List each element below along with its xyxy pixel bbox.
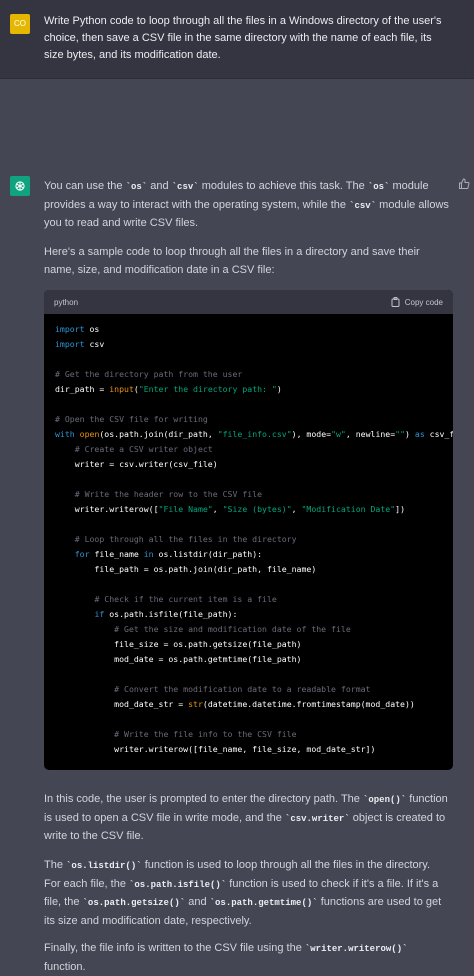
- code-line: mod_date = os.path.getmtime(file_path): [55, 654, 302, 664]
- inline-code: `csv`: [349, 200, 377, 211]
- inline-code: `os.path.getmtime()`: [209, 898, 318, 908]
- user-avatar: CO: [10, 14, 30, 34]
- text: You can use the: [44, 180, 126, 192]
- inline-code: `csv`: [171, 182, 199, 192]
- text: and: [147, 180, 172, 192]
- code-content: import os import csv # Get the directory …: [44, 314, 453, 757]
- code-line: mod_date_str = str(datetime.datetime.fro…: [55, 699, 415, 709]
- text: Finally, the file info is written to the…: [44, 942, 305, 954]
- code-line: # Create a CSV writer object: [74, 444, 213, 454]
- thumbs-up-icon[interactable]: [458, 177, 470, 189]
- code-line: # Get the directory path from the user: [55, 369, 243, 379]
- code-line: writer.writerow([file_name, file_size, m…: [55, 744, 376, 754]
- code-line: file_size = os.path.getsize(file_path): [55, 639, 302, 649]
- inline-code: `open()`: [362, 795, 407, 805]
- inline-code: `os`: [125, 182, 148, 192]
- inline-code: `os`: [367, 182, 390, 192]
- text: modules to achieve this task. The: [198, 180, 368, 192]
- code-line: if os.path.isfile(file_path):: [94, 609, 238, 619]
- text: The: [44, 859, 67, 871]
- inline-code: `os.path.getsize()`: [82, 898, 186, 908]
- user-message-text: Write Python code to loop through all th…: [44, 15, 442, 61]
- explanation-paragraph-3: Finally, the file info is written to the…: [44, 940, 449, 976]
- inline-code: `writer.writerow()`: [304, 944, 408, 954]
- sample-intro-paragraph: Here's a sample code to loop through all…: [44, 246, 420, 276]
- text: and: [185, 896, 210, 908]
- copy-code-label: Copy code: [404, 297, 443, 307]
- copy-code-button[interactable]: Copy code: [391, 297, 443, 307]
- inline-code: `os.path.isfile()`: [129, 879, 227, 890]
- intro-paragraph: You can use the `os` and `csv` modules t…: [44, 178, 449, 233]
- explanation-paragraph-2: The `os.listdir()` function is used to l…: [44, 857, 449, 930]
- code-line: # Get the size and modification date of …: [114, 624, 351, 634]
- code-line: # Open the CSV file for writing: [55, 414, 208, 424]
- code-language-label: python: [54, 297, 79, 307]
- explanation-paragraph-1: In this code, the user is prompted to en…: [44, 791, 449, 846]
- text: In this code, the user is prompted to en…: [44, 793, 363, 805]
- code-line: for file_name in os.listdir(dir_path):: [74, 549, 263, 559]
- code-line: with open(os.path.join(dir_path, "file_i…: [55, 429, 453, 439]
- code-line: import os: [55, 324, 100, 334]
- code-block: python Copy code import os import csv # G…: [44, 290, 453, 770]
- code-line: writer = csv.writer(csv_file): [55, 459, 218, 469]
- code-line: # Write the file info to the CSV file: [114, 729, 297, 739]
- code-line: # Convert the modification date to a rea…: [114, 684, 371, 694]
- text: function.: [44, 960, 86, 973]
- code-line: # Check if the current item is a file: [94, 594, 277, 604]
- code-line: file_path = os.path.join(dir_path, file_…: [55, 564, 317, 574]
- code-line: import csv: [55, 339, 105, 349]
- code-line: dir_path = input("Enter the directory pa…: [55, 384, 282, 394]
- code-block-header: python Copy code: [44, 290, 453, 314]
- inline-code: `os.listdir()`: [66, 861, 142, 871]
- chatgpt-logo-icon: [10, 176, 30, 196]
- user-message-row: CO Write Python code to loop through all…: [0, 0, 474, 79]
- code-line: writer.writerow(["File Name", "Size (byt…: [55, 504, 406, 514]
- code-line: # Write the header row to the CSV file: [74, 489, 263, 499]
- code-line: # Loop through all the files in the dire…: [74, 534, 297, 544]
- clipboard-icon: [391, 297, 400, 307]
- inline-code: `csv.writer`: [284, 813, 350, 824]
